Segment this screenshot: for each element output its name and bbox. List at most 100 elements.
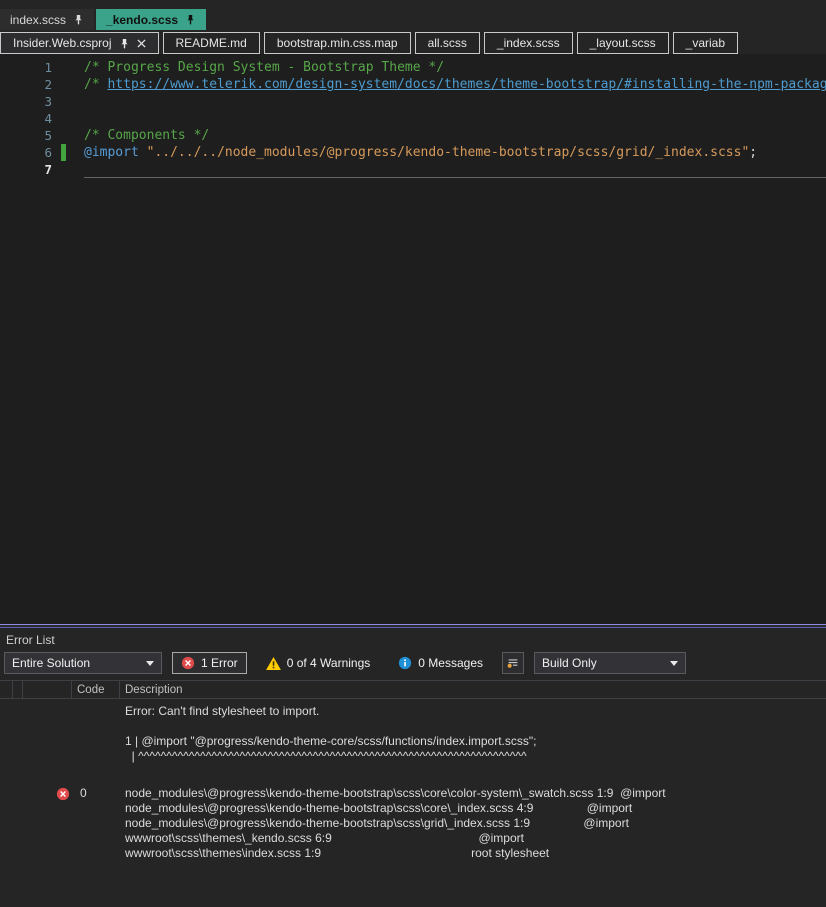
tab-label: README.md <box>175 36 247 50</box>
column-header-blank[interactable] <box>23 681 72 698</box>
pin-icon[interactable] <box>185 14 196 25</box>
pinned-tab-kendo-scss[interactable]: _kendo.scss <box>96 9 207 30</box>
code-line-content <box>84 93 826 110</box>
error-list-row[interactable]: 0 node_modules\@progress\kendo-theme-boot… <box>0 786 826 861</box>
document-tab-bootstrap-min-css-map[interactable]: bootstrap.min.css.map <box>263 32 411 54</box>
chevron-down-icon <box>146 660 154 666</box>
messages-toggle-button[interactable]: 0 Messages <box>389 652 492 674</box>
change-tracking-bar <box>61 93 66 110</box>
document-tab-layout-scss[interactable]: _layout.scss <box>576 32 669 54</box>
error-list-toolbar: Entire Solution 1 Error 0 of 4 Warnings … <box>0 650 826 680</box>
list-options-icon <box>506 656 520 670</box>
code-editor[interactable]: 1 /* Progress Design System - Bootstrap T… <box>0 54 826 624</box>
change-tracking-bar <box>61 127 66 144</box>
code-line[interactable]: 2 /* https://www.telerik.com/design-syste… <box>0 76 826 93</box>
error-list-panel: Error List Entire Solution 1 Error 0 of … <box>0 629 826 861</box>
column-header-code[interactable]: Code <box>72 681 120 698</box>
description-cell: Error: Can't find stylesheet to import. 1… <box>120 704 826 764</box>
code-line-content: /* https://www.telerik.com/design-system… <box>84 76 826 93</box>
column-header-blank[interactable] <box>13 681 23 698</box>
error-list-title: Error List <box>6 633 55 647</box>
line-number: 1 <box>44 60 52 75</box>
code-line[interactable]: 3 <box>0 93 826 110</box>
tab-label: _layout.scss <box>589 36 656 50</box>
warning-icon <box>265 656 281 670</box>
ide-window: index.scss _kendo.scss Insider.Web.csproj… <box>0 9 826 861</box>
description-line: 1 | @import "@progress/kendo-theme-core/… <box>125 734 537 748</box>
description-line: node_modules\@progress\kendo-theme-boots… <box>125 801 633 815</box>
description-cell: node_modules\@progress\kendo-theme-boots… <box>120 786 826 861</box>
code-line[interactable]: 4 <box>0 110 826 127</box>
description-line: | ^^^^^^^^^^^^^^^^^^^^^^^^^^^^^^^^^^^^^^… <box>125 749 527 763</box>
document-tab-insider-web-csproj[interactable]: Insider.Web.csproj <box>0 32 159 54</box>
tab-label: index.scss <box>10 12 67 27</box>
build-filter-value: Build Only <box>542 656 597 670</box>
code-token-link: https://www.telerik.com/design-system/do… <box>107 77 826 92</box>
column-header-blank[interactable] <box>0 681 13 698</box>
scope-filter-value: Entire Solution <box>12 656 91 670</box>
code-line[interactable]: 7 <box>0 161 826 178</box>
pin-icon[interactable] <box>119 38 130 49</box>
editor-lines: 1 /* Progress Design System - Bootstrap T… <box>0 59 826 178</box>
line-number: 5 <box>44 128 52 143</box>
code-line-content <box>84 161 826 178</box>
code-line[interactable]: 1 /* Progress Design System - Bootstrap T… <box>0 59 826 76</box>
change-tracking-bar <box>61 59 66 76</box>
line-number: 4 <box>44 111 52 126</box>
change-tracking-bar <box>61 110 66 127</box>
error-list-row[interactable]: Error: Can't find stylesheet to import. 1… <box>0 704 826 764</box>
document-tab-variab[interactable]: _variab <box>672 32 738 54</box>
code-token-string: "../../../node_modules/@progress/kendo-t… <box>146 145 750 160</box>
description-line: node_modules\@progress\kendo-theme-boots… <box>125 786 666 800</box>
change-tracking-bar <box>61 144 66 161</box>
document-tab-all-scss[interactable]: all.scss <box>414 32 480 54</box>
tab-label: all.scss <box>427 36 467 50</box>
error-list-options-button[interactable] <box>502 652 524 674</box>
code-line[interactable]: 5 /* Components */ <box>0 127 826 144</box>
code-line[interactable]: 6 @import "../../../node_modules/@progres… <box>0 144 826 161</box>
chevron-down-icon <box>670 660 678 666</box>
code-token-plain: ; <box>749 145 758 160</box>
code-line-content: /* Progress Design System - Bootstrap Th… <box>84 59 826 76</box>
close-icon[interactable] <box>136 38 146 48</box>
tab-label: Insider.Web.csproj <box>13 36 112 50</box>
warnings-toggle-label: 0 of 4 Warnings <box>286 656 371 670</box>
code-token-comment: /* Components */ <box>84 128 210 143</box>
column-header-description[interactable]: Description <box>120 681 826 698</box>
description-line <box>125 719 826 734</box>
scope-filter-dropdown[interactable]: Entire Solution <box>4 652 162 674</box>
description-line: Error: Can't find stylesheet to import. <box>125 704 320 718</box>
line-number: 2 <box>44 77 52 92</box>
messages-toggle-label: 0 Messages <box>418 656 483 670</box>
tab-label: _variab <box>685 36 725 50</box>
description-line: wwwroot\scss\themes\index.scss 1:9 root … <box>125 846 550 860</box>
tab-label: _kendo.scss <box>106 12 179 27</box>
error-icon <box>56 787 70 801</box>
line-number: 6 <box>44 145 52 160</box>
warnings-toggle-button[interactable]: 0 of 4 Warnings <box>257 652 380 674</box>
pinned-tab-index-scss[interactable]: index.scss <box>0 9 95 30</box>
severity-cell <box>23 704 72 705</box>
code-line-content: @import "../../../node_modules/@progress… <box>84 144 826 161</box>
change-tracking-bar <box>61 76 66 93</box>
severity-cell <box>23 786 72 801</box>
code-token-comment: /* Progress Design System - Bootstrap Th… <box>84 60 445 75</box>
code-token-comment: /* <box>84 77 108 92</box>
code-line-content: /* Components */ <box>84 127 826 144</box>
errors-toggle-button[interactable]: 1 Error <box>172 652 247 674</box>
tab-label: _index.scss <box>496 36 560 50</box>
document-tab-readme-md[interactable]: README.md <box>162 32 260 54</box>
error-icon <box>181 656 195 670</box>
errors-toggle-label: 1 Error <box>201 656 238 670</box>
code-line-content <box>84 110 826 127</box>
pin-icon[interactable] <box>73 14 84 25</box>
pinned-tab-row: index.scss _kendo.scss <box>0 9 826 30</box>
build-filter-dropdown[interactable]: Build Only <box>534 652 686 674</box>
document-tab-index-scss[interactable]: _index.scss <box>483 32 573 54</box>
code-cell: 0 <box>80 786 87 800</box>
description-line: wwwroot\scss\themes\_kendo.scss 6:9 @imp… <box>125 831 524 845</box>
description-line: node_modules\@progress\kendo-theme-boots… <box>125 816 629 830</box>
error-list-column-headers: Code Description <box>0 680 826 699</box>
tab-label: bootstrap.min.css.map <box>276 36 398 50</box>
